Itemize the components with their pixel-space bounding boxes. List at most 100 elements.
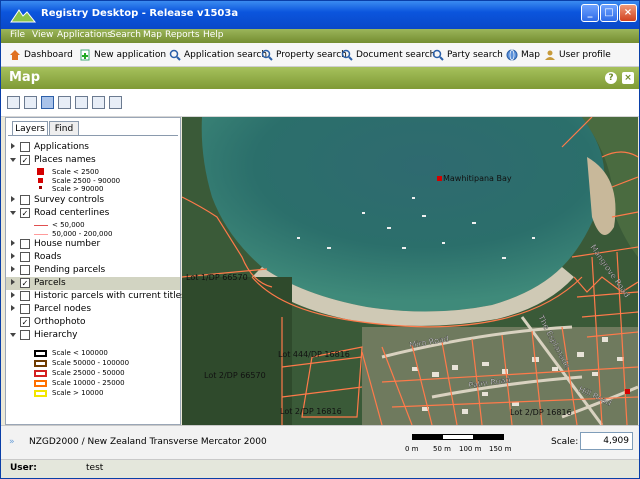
menu-search[interactable]: Search <box>110 30 141 40</box>
zoom-icon[interactable] <box>24 96 37 109</box>
layer-checkbox[interactable] <box>20 265 30 275</box>
panel-close-button[interactable]: × <box>622 72 634 84</box>
new-application-button[interactable]: New application <box>79 47 166 63</box>
document-search-button[interactable]: Document search <box>341 47 435 63</box>
collapse-arrow-icon[interactable] <box>10 333 16 337</box>
layer-pending-parcels[interactable]: Pending parcels <box>6 264 180 277</box>
title-bar[interactable]: Registry Desktop - Release v1503a _ □ × <box>1 1 639 29</box>
main-toolbar: Dashboard New application Application se… <box>1 43 639 67</box>
search-icon <box>432 49 444 61</box>
menu-applications[interactable]: Applications <box>57 30 112 40</box>
expand-arrow-icon[interactable] <box>11 253 15 259</box>
scalebar-label: 150 m <box>489 445 512 453</box>
menu-map[interactable]: Map <box>143 30 162 40</box>
scalebar-label: 100 m <box>459 445 482 453</box>
property-search-button[interactable]: Property search <box>261 47 347 63</box>
scale-label: Scale: <box>551 437 579 447</box>
expand-chevron-icon[interactable]: » <box>9 437 15 447</box>
map-label-lot2: Lot 2/DP 66570 <box>204 371 266 380</box>
new-application-label: New application <box>94 50 167 60</box>
layer-checkbox[interactable]: ✓ <box>20 278 30 288</box>
layer-road-centerlines[interactable]: ✓ Road centerlines <box>6 207 180 220</box>
layer-places-names[interactable]: ✓ Places names <box>6 154 180 167</box>
layer-checkbox[interactable]: ✓ <box>20 208 30 218</box>
place-marker-icon[interactable] <box>625 389 630 394</box>
help-button[interactable]: ? <box>605 72 617 84</box>
dashboard-button[interactable]: Dashboard <box>9 47 73 63</box>
legend-swatch <box>34 390 47 397</box>
layer-checkbox[interactable] <box>20 291 30 301</box>
layer-house-number[interactable]: House number <box>6 238 180 251</box>
application-search-button[interactable]: Application search <box>169 47 267 63</box>
user-label: User: <box>10 463 37 473</box>
property-search-label: Property search <box>276 50 347 60</box>
zoom-box-icon[interactable] <box>41 96 54 109</box>
layer-orthophoto[interactable]: ✓ Orthophoto <box>6 316 180 329</box>
party-search-button[interactable]: Party search <box>432 47 503 63</box>
layer-checkbox[interactable] <box>20 252 30 262</box>
scale-input[interactable] <box>580 432 633 450</box>
orthophoto-map[interactable]: Mawhitipana Bay Lot 1/DP 66570 Lot 444/D… <box>182 117 638 425</box>
scalebar-label: 50 m <box>433 445 451 453</box>
expand-arrow-icon[interactable] <box>11 196 15 202</box>
layer-checkbox[interactable] <box>20 304 30 314</box>
close-button[interactable]: × <box>619 4 637 22</box>
tab-find[interactable]: Find <box>49 121 79 136</box>
layer-applications[interactable]: Applications <box>6 141 180 154</box>
layer-parcels[interactable]: ✓ Parcels <box>6 277 180 290</box>
layer-checkbox[interactable] <box>20 239 30 249</box>
layer-label: Orthophoto <box>34 317 86 327</box>
layers-icon[interactable] <box>109 96 122 109</box>
minimize-button[interactable]: _ <box>581 4 599 22</box>
status-bar: » NZGD2000 / New Zealand Transverse Merc… <box>1 425 639 459</box>
map-button[interactable]: Map <box>506 47 540 63</box>
full-extent-icon[interactable] <box>7 96 20 109</box>
legend-swatch <box>38 178 43 183</box>
maximize-button[interactable]: □ <box>600 4 618 22</box>
expand-arrow-icon[interactable] <box>11 292 15 298</box>
layer-checkbox[interactable] <box>20 142 30 152</box>
collapse-arrow-icon[interactable] <box>10 211 16 215</box>
map-panel-title: Map <box>9 70 41 85</box>
legend-swatch <box>34 234 48 235</box>
user-profile-label: User profile <box>559 50 611 60</box>
menu-help[interactable]: Help <box>203 30 224 40</box>
layer-checkbox[interactable] <box>20 195 30 205</box>
expand-arrow-icon[interactable] <box>11 266 15 272</box>
document-search-label: Document search <box>356 50 436 60</box>
user-profile-button[interactable]: User profile <box>544 47 611 63</box>
expand-arrow-icon[interactable] <box>11 279 15 285</box>
collapse-arrow-icon[interactable] <box>10 158 16 162</box>
layer-roads[interactable]: Roads <box>6 251 180 264</box>
map-label: Map <box>521 50 540 60</box>
pan-hand-icon[interactable] <box>58 96 71 109</box>
scalebar-label: 0 m <box>405 445 419 453</box>
application-window: Registry Desktop - Release v1503a _ □ × … <box>0 0 640 479</box>
expand-arrow-icon[interactable] <box>11 240 15 246</box>
layer-hierarchy[interactable]: Hierarchy <box>6 329 180 342</box>
map-toolbar <box>1 89 639 117</box>
layer-checkbox[interactable] <box>20 330 30 340</box>
menu-file[interactable]: File <box>10 30 25 40</box>
menu-reports[interactable]: Reports <box>165 30 200 40</box>
layer-label: Parcel nodes <box>34 304 92 314</box>
app-logo <box>10 9 37 23</box>
layer-checkbox[interactable]: ✓ <box>20 155 30 165</box>
info-icon[interactable] <box>75 96 88 109</box>
map-label-lot2b: Lot 2/DP 16816 <box>280 407 342 416</box>
tab-layers[interactable]: Layers <box>12 121 48 136</box>
legend-swatch <box>39 186 42 189</box>
expand-arrow-icon[interactable] <box>11 143 15 149</box>
layer-label: Survey controls <box>34 195 105 205</box>
layer-historic-parcels[interactable]: Historic parcels with current titles <box>6 290 186 303</box>
layer-survey-controls[interactable]: Survey controls <box>6 194 180 207</box>
layer-checkbox[interactable]: ✓ <box>20 317 30 327</box>
map-canvas[interactable]: Mawhitipana Bay Lot 1/DP 66570 Lot 444/D… <box>182 117 638 425</box>
layer-parcel-nodes[interactable]: Parcel nodes <box>6 303 180 316</box>
user-name: test <box>86 463 104 473</box>
menu-view[interactable]: View <box>32 30 53 40</box>
expand-arrow-icon[interactable] <box>11 305 15 311</box>
place-marker-icon[interactable] <box>437 176 442 181</box>
print-icon[interactable] <box>92 96 105 109</box>
new-doc-icon <box>79 49 91 61</box>
